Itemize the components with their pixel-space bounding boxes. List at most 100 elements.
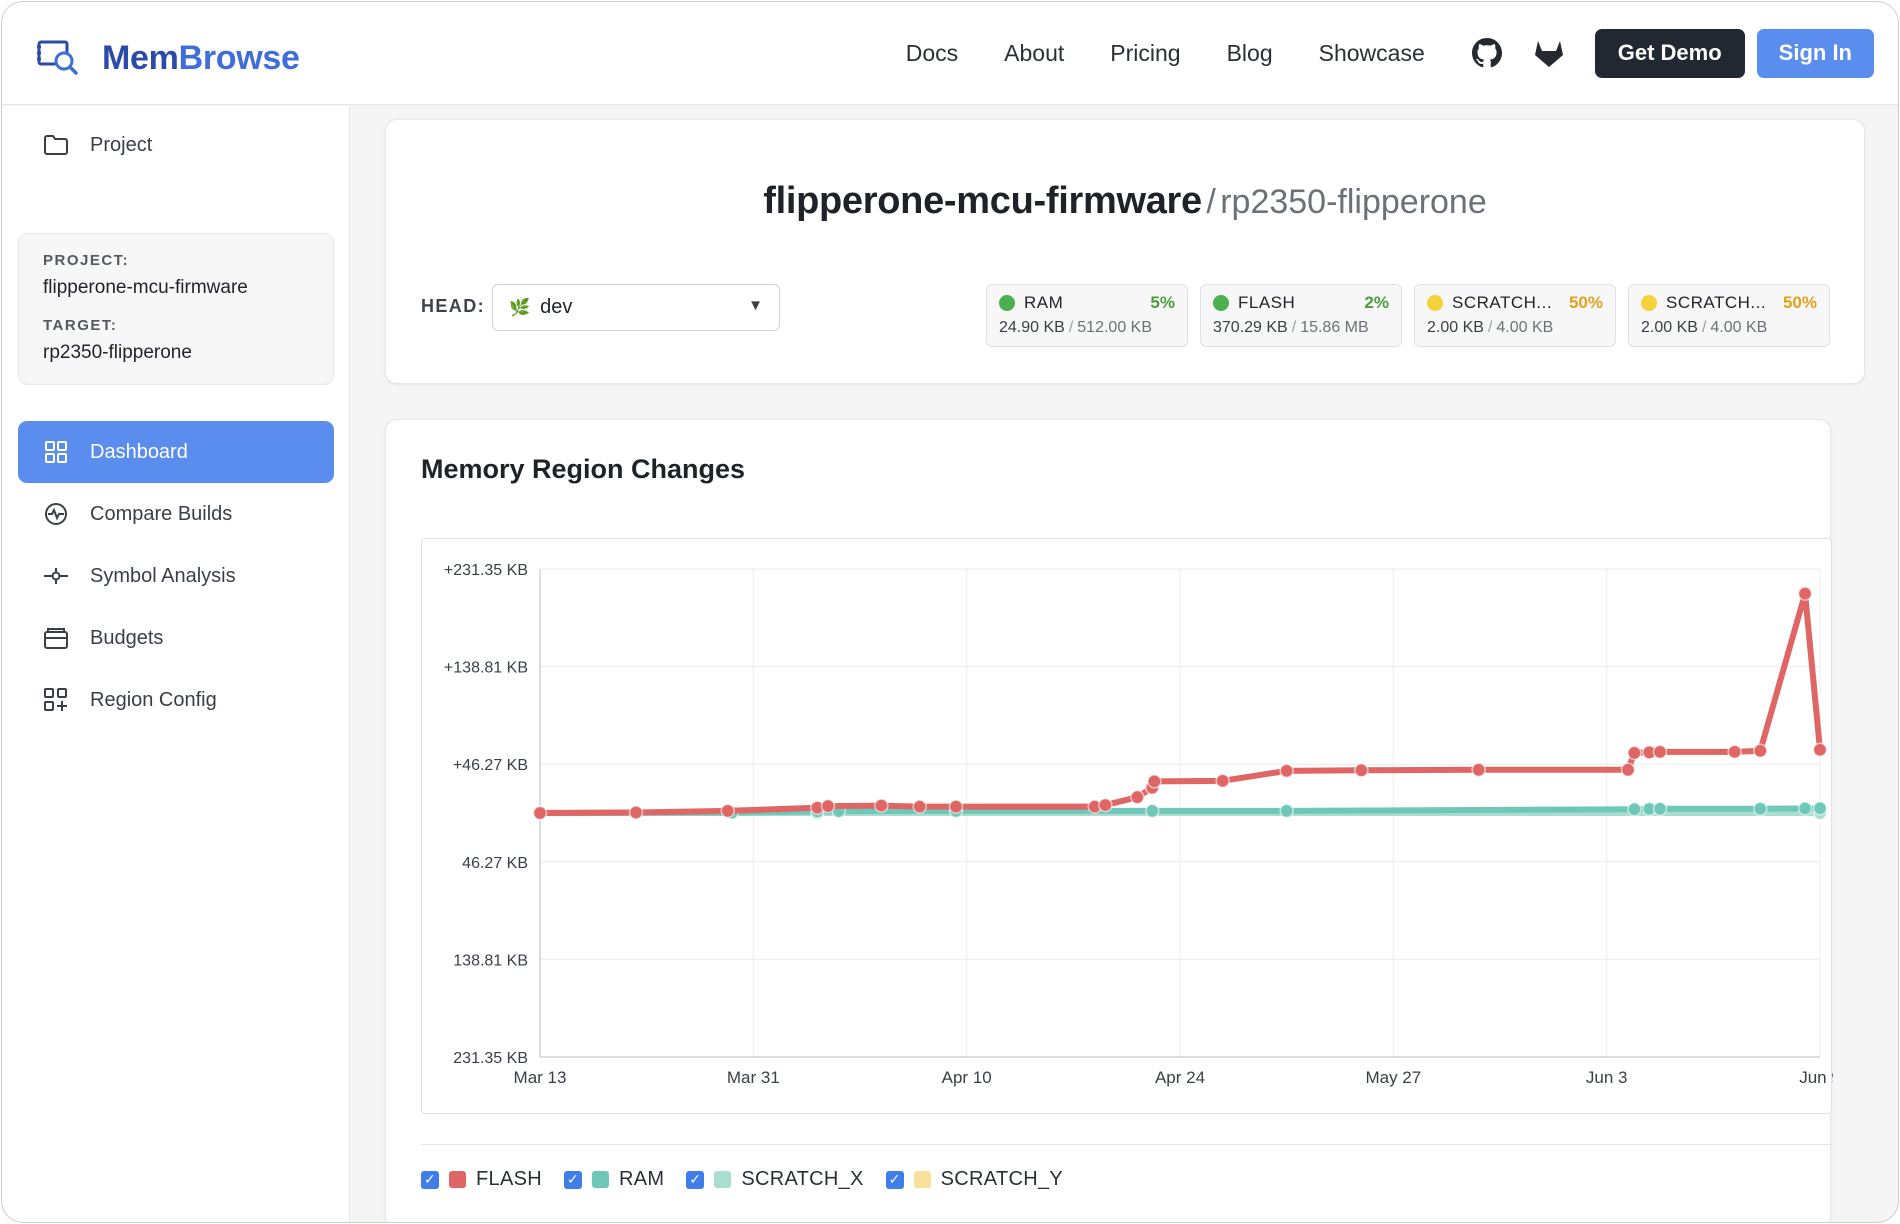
- sign-in-button[interactable]: Sign In: [1756, 28, 1874, 78]
- sidebar-item-label: Budgets: [90, 626, 164, 649]
- chart-legend: ✓ FLASH ✓ RAM ✓ SCRATCH_X ✓ SCRATCH_Y: [421, 1168, 1085, 1191]
- y-tick-label: +46.27 KB: [453, 757, 528, 774]
- checkbox-checked-icon[interactable]: ✓: [885, 1170, 904, 1189]
- sidebar-item-budgets[interactable]: Budgets: [18, 607, 334, 669]
- project-label: PROJECT:: [43, 252, 130, 269]
- region-used: 2.00 KB: [1641, 319, 1698, 336]
- project-value: flipperone-mcu-firmware: [43, 277, 248, 298]
- data-point-flash: [1797, 586, 1813, 601]
- memory-badge-flash[interactable]: FLASH 2% 370.29 KB/15.86 MB: [1200, 284, 1402, 347]
- data-point-flash: [1620, 762, 1636, 778]
- sidebar-item-dashboard[interactable]: Dashboard: [18, 421, 334, 483]
- status-dot-icon: [1641, 295, 1657, 311]
- checkbox-checked-icon[interactable]: ✓: [686, 1170, 705, 1189]
- logo[interactable]: MemBrowse: [36, 36, 300, 81]
- get-demo-button[interactable]: Get Demo: [1594, 28, 1745, 78]
- branch-select[interactable]: 🌿 dev ▼: [492, 284, 780, 331]
- nav-blog[interactable]: Blog: [1227, 40, 1273, 67]
- chart-card: Memory Region Changes +231.35 KB +138.81 …: [385, 419, 1841, 1222]
- y-tick-label: 46.27 KB: [462, 855, 528, 872]
- checkbox-checked-icon[interactable]: ✓: [421, 1170, 439, 1189]
- data-point-ram: [1753, 801, 1768, 817]
- status-dot-icon: [1213, 295, 1229, 311]
- legend-item-scratch-x[interactable]: ✓ SCRATCH_X: [686, 1168, 863, 1191]
- region-used: 2.00 KB: [1427, 319, 1484, 336]
- sidebar-item-region-config[interactable]: Region Config: [18, 669, 334, 731]
- wallet-icon: [42, 624, 70, 652]
- nav-pricing[interactable]: Pricing: [1110, 40, 1180, 67]
- branch-value: dev: [540, 296, 573, 318]
- memory-badge-scratch-x[interactable]: SCRATCH... 50% 2.00 KB/4.00 KB: [1414, 284, 1616, 347]
- y-tick-label: 138.81 KB: [453, 952, 528, 969]
- logo-icon: [36, 36, 80, 81]
- chevron-down-icon: ▼: [748, 297, 763, 314]
- legend-item-scratch-y[interactable]: ✓ SCRATCH_Y: [885, 1168, 1064, 1191]
- x-tick-label: May 27: [1365, 1068, 1421, 1087]
- data-point-flash: [912, 799, 927, 814]
- legend-item-ram[interactable]: ✓ RAM: [563, 1168, 665, 1191]
- y-tick-label: 231.35 KB: [453, 1050, 528, 1067]
- data-point-flash: [1098, 797, 1113, 813]
- x-tick-label: Jun 9: [1799, 1068, 1833, 1087]
- data-point-flash: [948, 799, 964, 814]
- legend-label: SCRATCH_X: [741, 1168, 864, 1190]
- sidebar-item-symbol-analysis[interactable]: Symbol Analysis: [18, 545, 334, 607]
- sidebar: Project PROJECT: flipperone-mcu-firmware…: [2, 106, 350, 1222]
- data-point-flash: [1627, 745, 1642, 761]
- data-point-flash: [1753, 743, 1768, 759]
- checkbox-checked-icon[interactable]: ✓: [563, 1170, 582, 1189]
- branch-icon: 🌿: [509, 297, 531, 317]
- status-dot-icon: [1427, 295, 1443, 311]
- sidebar-item-project[interactable]: Project: [18, 114, 334, 176]
- memory-chart[interactable]: +231.35 KB +138.81 KB +46.27 KB 46.27 KB 138…: [422, 539, 1841, 1115]
- status-dot-icon: [999, 295, 1015, 311]
- chart-area: +231.35 KB +138.81 KB +46.27 KB 46.27 KB 138…: [421, 538, 1841, 1115]
- x-tick-label: Apr 24: [1155, 1068, 1205, 1087]
- title-separator: /: [1206, 183, 1216, 221]
- data-point-flash: [1215, 773, 1230, 789]
- gitlab-icon[interactable]: [1533, 37, 1565, 69]
- region-name: SCRATCH...: [1666, 293, 1767, 312]
- region-total: 4.00 KB: [1496, 319, 1554, 336]
- data-point-flash: [628, 805, 644, 820]
- head-label: HEAD:: [421, 296, 485, 316]
- data-point-ram: [1145, 803, 1160, 819]
- data-point-ram: [1279, 803, 1294, 819]
- page-title: flipperone-mcu-firmware / rp2350-flipper…: [386, 180, 1864, 223]
- legend-label: SCRATCH_Y: [940, 1168, 1064, 1190]
- sidebar-item-label: Compare Builds: [90, 502, 233, 525]
- legend-swatch: [449, 1171, 466, 1188]
- top-navbar: MemBrowse Docs About Pricing Blog Showca…: [2, 2, 1898, 105]
- nav-showcase[interactable]: Showcase: [1319, 40, 1425, 67]
- nav-about[interactable]: About: [1004, 40, 1064, 67]
- region-percent: 5%: [1150, 293, 1175, 312]
- legend-label: RAM: [618, 1168, 665, 1190]
- data-point-ram: [1627, 802, 1642, 817]
- legend-label: FLASH: [476, 1168, 542, 1190]
- github-icon[interactable]: [1471, 37, 1503, 69]
- nav-docs[interactable]: Docs: [906, 40, 958, 67]
- logo-text: MemBrowse: [102, 39, 300, 77]
- memory-badge-scratch-y[interactable]: SCRATCH... 50% 2.00 KB/4.00 KB: [1628, 284, 1830, 347]
- region-used: 24.90 KB: [999, 319, 1065, 336]
- x-tick-label: Mar 13: [514, 1068, 567, 1087]
- data-point-flash: [1130, 789, 1145, 805]
- legend-swatch: [913, 1171, 931, 1188]
- legend-item-flash[interactable]: ✓ FLASH: [421, 1168, 542, 1191]
- x-tick-label: Apr 10: [942, 1068, 992, 1087]
- region-name: RAM: [1024, 293, 1064, 312]
- region-percent: 50%: [1782, 293, 1817, 312]
- data-point-flash: [1471, 762, 1486, 778]
- sidebar-item-compare-builds[interactable]: Compare Builds: [18, 483, 334, 545]
- region-name: FLASH: [1238, 293, 1296, 312]
- data-point-flash: [1652, 744, 1668, 760]
- data-point-ram: [1652, 801, 1668, 817]
- legend-swatch: [714, 1171, 732, 1188]
- summary-card: flipperone-mcu-firmware / rp2350-flipper…: [385, 119, 1865, 384]
- memory-badge-ram[interactable]: RAM 5% 24.90 KB/512.00 KB: [986, 284, 1188, 347]
- legend-swatch: [591, 1171, 609, 1188]
- data-point-flash: [1354, 763, 1369, 778]
- y-tick-label: +231.35 KB: [444, 562, 528, 579]
- region-total: 512.00 KB: [1077, 319, 1153, 336]
- data-point-flash: [874, 798, 889, 813]
